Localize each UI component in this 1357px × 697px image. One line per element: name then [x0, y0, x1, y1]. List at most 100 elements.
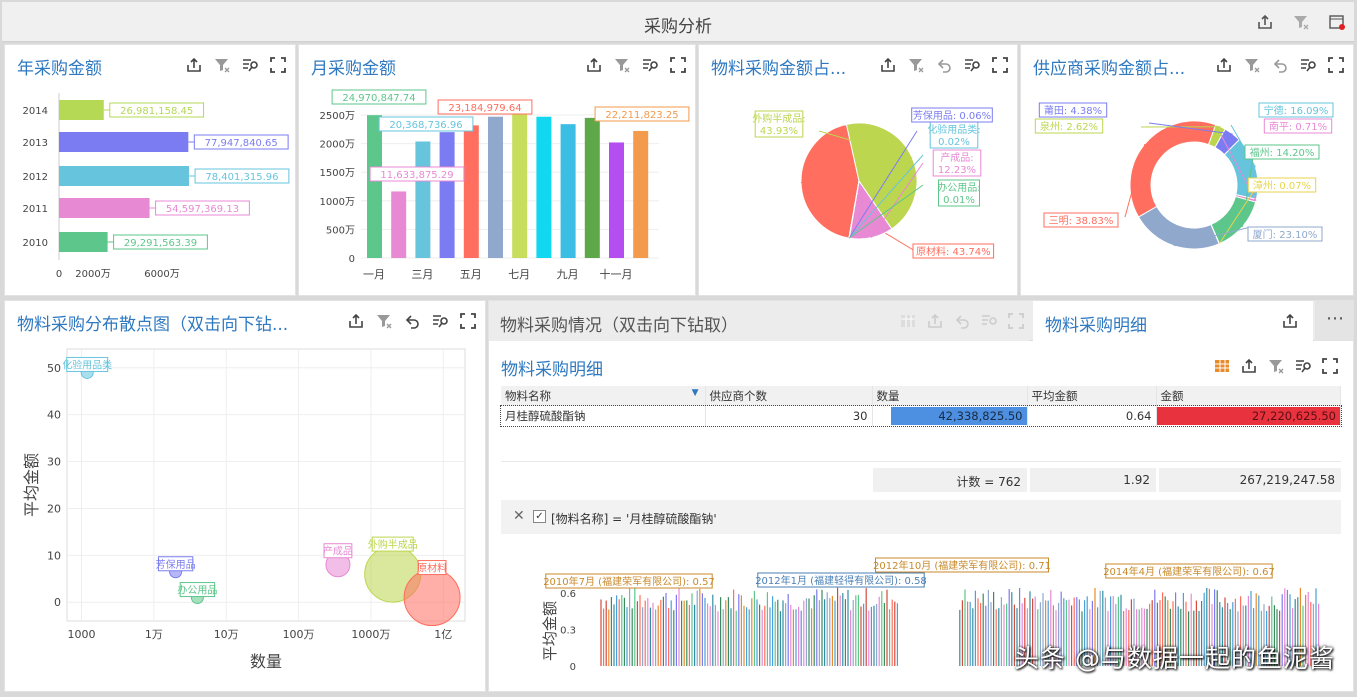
tick-label: 0	[349, 254, 355, 265]
column-header[interactable]: 供应商个数	[705, 386, 873, 406]
bar	[391, 191, 407, 258]
cell-amount[interactable]: 27,220,625.50	[1156, 406, 1341, 426]
data-label: 化验用品类:	[927, 123, 980, 136]
table-row[interactable]: 月桂醇硫酸酯钠 30 42,338,825.50 0.64 27,220,625…	[500, 405, 1342, 427]
bar	[609, 142, 624, 258]
fullscreen-icon[interactable]	[1321, 357, 1339, 375]
data-label: 产成品	[323, 545, 353, 558]
tick-label: 0	[54, 596, 61, 609]
data-label: 12.23%	[938, 165, 976, 176]
tab-detail[interactable]: 物料采购明细	[1033, 301, 1313, 342]
fullscreen-icon[interactable]	[1007, 312, 1025, 330]
tick-label: 三月	[411, 268, 433, 281]
tick-label: 一月	[363, 268, 385, 281]
tick-label: 1000万	[351, 628, 390, 641]
column-header[interactable]: 金额	[1156, 386, 1341, 406]
panel-material-share: 物料采购金额占... 原材料: 43.74% 外购半成品: 43.93% 产成品: 12…	[698, 44, 1018, 296]
calendar-icon[interactable]	[1328, 13, 1346, 31]
tick-label: 十一月	[600, 267, 633, 281]
bar	[488, 116, 503, 258]
total-count: 计数 = 762	[873, 468, 1027, 492]
export-icon[interactable]	[1240, 357, 1258, 375]
export-icon[interactable]	[1256, 13, 1274, 31]
tick-label: 20	[47, 502, 61, 515]
data-label: 11,633,875.29	[380, 170, 453, 181]
bar	[439, 132, 455, 258]
cell-name[interactable]: 月桂醇硫酸酯钠	[501, 406, 706, 426]
export-icon[interactable]	[926, 312, 944, 330]
column-header[interactable]: 平均金额	[1027, 386, 1157, 406]
qty-value: 42,338,825.50	[938, 409, 1023, 423]
bar	[560, 124, 576, 258]
detail-icons	[1213, 357, 1339, 375]
table-empty-divider	[501, 461, 1341, 462]
data-label: 2012年1月 (福建轻得有限公司): 0.58	[755, 574, 927, 587]
data-label: 26,981,158.45	[120, 106, 193, 117]
tick-label: 0	[56, 269, 62, 280]
data-label: 外购半成品:	[752, 112, 805, 125]
tab-situation-icons	[899, 312, 1025, 330]
data-label: 0.02%	[938, 137, 970, 148]
tab-situation-label: 物料采购情况（双击向下钻取）	[500, 316, 738, 336]
export-icon[interactable]	[1281, 312, 1299, 330]
panel-scatter: 物料采购分布散点图（双击向下钻... 1000 1万 10万 100万 1000万 1亿 0…	[4, 300, 486, 692]
tick-label: 2013	[23, 138, 48, 149]
bar	[59, 166, 190, 186]
sort-filter-icon[interactable]: ▼	[692, 388, 699, 398]
search-filter-icon[interactable]	[980, 312, 998, 330]
tick-label: 1000	[67, 628, 95, 641]
bar	[415, 141, 431, 258]
dashboard-title: 采购分析	[644, 17, 712, 37]
panel-supplier-share: 供应商采购金额占... 三明: 38.83% 泉州: 2.62% 莆田: 4.38%…	[1020, 44, 1354, 296]
grid-icon[interactable]	[1213, 357, 1231, 375]
y-axis-label: 平均金额	[22, 453, 41, 517]
supplier-donut-chart: 三明: 38.83% 泉州: 2.62% 莆田: 4.38% 宁德: 16.09% 南平…	[1034, 102, 1334, 250]
clear-filter-icon[interactable]	[1267, 357, 1285, 375]
material-pie-chart: 原材料: 43.74%外购半成品:43.93%产成品:12.23%化验用品类:0…	[752, 107, 995, 259]
tick-label: 40	[47, 409, 61, 422]
search-filter-icon[interactable]	[1294, 357, 1312, 375]
tick-label: 2012	[23, 172, 48, 183]
x-axis-label: 数量	[250, 652, 282, 671]
data-label: 芳保用品: 0.06%	[913, 109, 991, 122]
undo-icon[interactable]	[953, 312, 971, 330]
amount-value: 27,220,625.50	[1251, 409, 1336, 423]
dashboard-titlebar: 采购分析	[2, 2, 1354, 42]
tick-label: 500万	[326, 225, 355, 236]
bar	[59, 198, 150, 218]
data-label: 78,401,315.96	[205, 172, 278, 183]
tick-label: 2500万	[320, 111, 355, 122]
column-header[interactable]: 数量	[872, 386, 1028, 406]
cell-avg[interactable]: 0.64	[1027, 406, 1157, 426]
data-label: 三明: 38.83%	[1049, 215, 1114, 227]
filter-text: [物料名称] = '月桂醇硫酸酯钠'	[551, 512, 717, 526]
data-label: 77,947,840.65	[205, 138, 278, 149]
cell-qty[interactable]: 42,338,825.50	[872, 406, 1028, 426]
tick-label: 0.3	[560, 626, 576, 637]
tick-label: 2010	[23, 238, 48, 249]
cell-suppliers[interactable]: 30	[705, 406, 873, 426]
bar	[512, 112, 528, 258]
panel-annual: 年采购金额 2010 29,291,563.39 2011 54,597,369.13…	[4, 44, 296, 296]
totals-row: 计数 = 762 1.92 267,219,247.58	[873, 468, 1341, 492]
data-label: 43.93%	[760, 126, 798, 137]
filter-checkbox[interactable]: ✓	[533, 510, 546, 523]
tick-label: 五月	[460, 268, 482, 281]
grid-icon[interactable]	[899, 312, 917, 330]
total-avg: 1.92	[1030, 468, 1156, 492]
detail-table: 物料名称 ▼ 供应商个数 数量 平均金额 金额 月桂醇硫酸酯钠 30 42,338…	[500, 386, 1342, 427]
more-menu-icon[interactable]: ⋯	[1315, 301, 1353, 341]
data-label: 22,211,823.25	[605, 110, 678, 121]
bar	[367, 115, 382, 258]
annual-bar-chart: 2010 29,291,563.39 2011 54,597,369.13 2012 78…	[23, 93, 290, 280]
data-label: 芳保用品	[156, 558, 196, 571]
tick-label: 1亿	[434, 628, 452, 641]
bar	[584, 117, 600, 258]
remove-filter-icon[interactable]: ✕	[513, 508, 525, 524]
tick-label: 10	[47, 549, 61, 562]
tick-label: 1万	[145, 628, 163, 641]
tick-label: 100万	[283, 628, 315, 641]
clear-filter-icon[interactable]	[1292, 13, 1310, 31]
tick-label: 七月	[508, 268, 530, 281]
column-header[interactable]: 物料名称 ▼	[501, 386, 706, 406]
